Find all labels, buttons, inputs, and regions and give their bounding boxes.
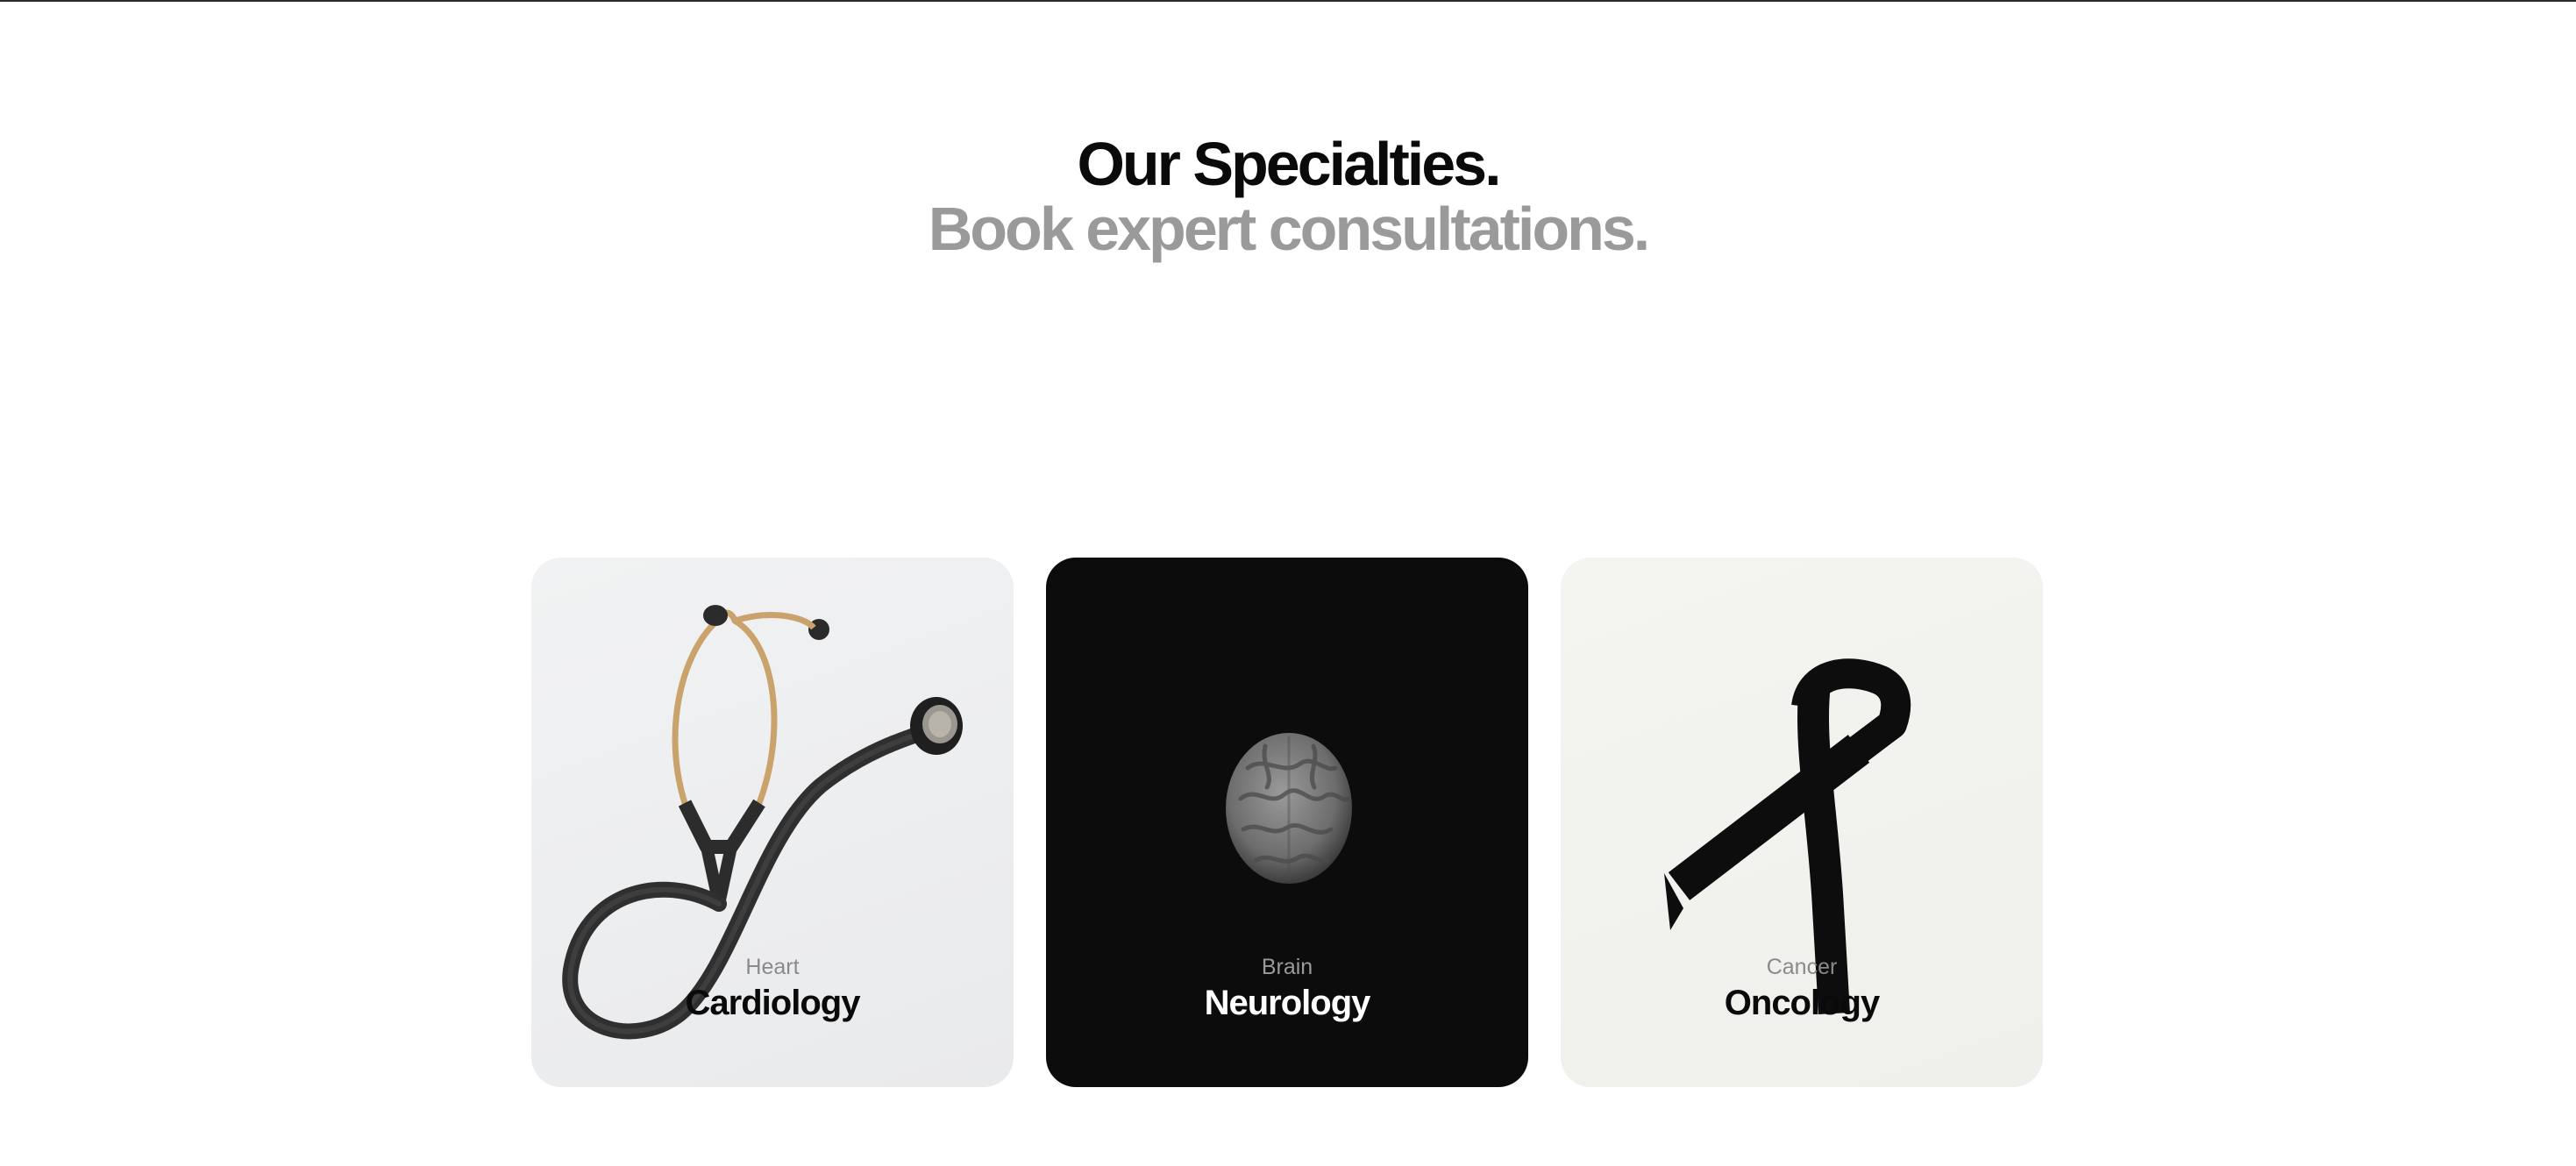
specialty-card-cardiology[interactable]: Heart Cardiology (531, 558, 1014, 1087)
specialty-category: Heart (745, 955, 800, 979)
specialty-category: Brain (1261, 955, 1313, 979)
section-heading: Our Specialties. Book expert consultatio… (0, 132, 2576, 261)
specialty-card-neurology[interactable]: Brain Neurology (1046, 558, 1528, 1087)
specialty-name: Cardiology (685, 984, 861, 1022)
specialty-card-oncology[interactable]: Cancer Oncology (1561, 558, 2043, 1087)
specialty-name: Neurology (1204, 984, 1371, 1022)
top-divider (0, 0, 2576, 2)
specialty-name: Oncology (1724, 984, 1880, 1022)
specialty-cards: Heart Cardiology Brain Neurology Cancer … (531, 558, 2043, 1087)
page: Our Specialties. Book expert consultatio… (0, 0, 2576, 1166)
specialty-category: Cancer (1766, 955, 1838, 979)
section-title: Our Specialties. (1077, 130, 1501, 198)
section-subtitle: Book expert consultations. (928, 195, 1650, 263)
